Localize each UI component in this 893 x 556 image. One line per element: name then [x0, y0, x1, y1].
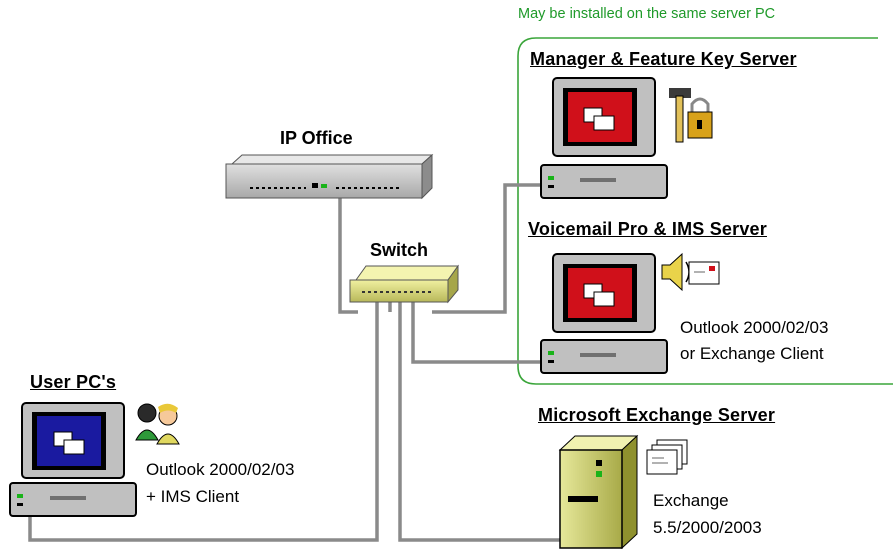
documents-icon: [646, 439, 688, 475]
voicemail-note-line1: Outlook 2000/02/03: [680, 318, 829, 337]
manager-server-pc: [540, 77, 668, 199]
voicemail-server-title: Voicemail Pro & IMS Server: [528, 219, 767, 239]
ip-office-label: IP Office: [280, 128, 353, 148]
speaker-icon: [661, 252, 690, 292]
exchange-note-line2: 5.5/2000/2003: [653, 518, 762, 537]
manager-server-title: Manager & Feature Key Server: [530, 49, 797, 69]
switch-label: Switch: [370, 240, 429, 260]
voicemail-note-line2: or Exchange Client: [680, 344, 824, 363]
ip-office-device: [225, 153, 434, 200]
user-pcs-note-line1: Outlook 2000/02/03: [146, 460, 295, 479]
exchange-server-tower: [558, 434, 639, 550]
same-server-note: May be installed on the same server PC: [518, 6, 776, 22]
switch-device: [349, 264, 459, 304]
user-pcs-title: User PC's: [30, 372, 117, 392]
exchange-server-title: Microsoft Exchange Server: [538, 405, 776, 425]
user-pc: [9, 402, 137, 517]
exchange-note-line1: Exchange: [653, 491, 729, 510]
envelope-icon: [688, 261, 720, 285]
users-icon: [135, 403, 180, 445]
network-diagram: [9, 37, 893, 550]
lock-icon: [687, 97, 713, 139]
user-pcs-note-line2: + IMS Client: [146, 487, 240, 506]
voicemail-server-pc: [540, 253, 668, 374]
